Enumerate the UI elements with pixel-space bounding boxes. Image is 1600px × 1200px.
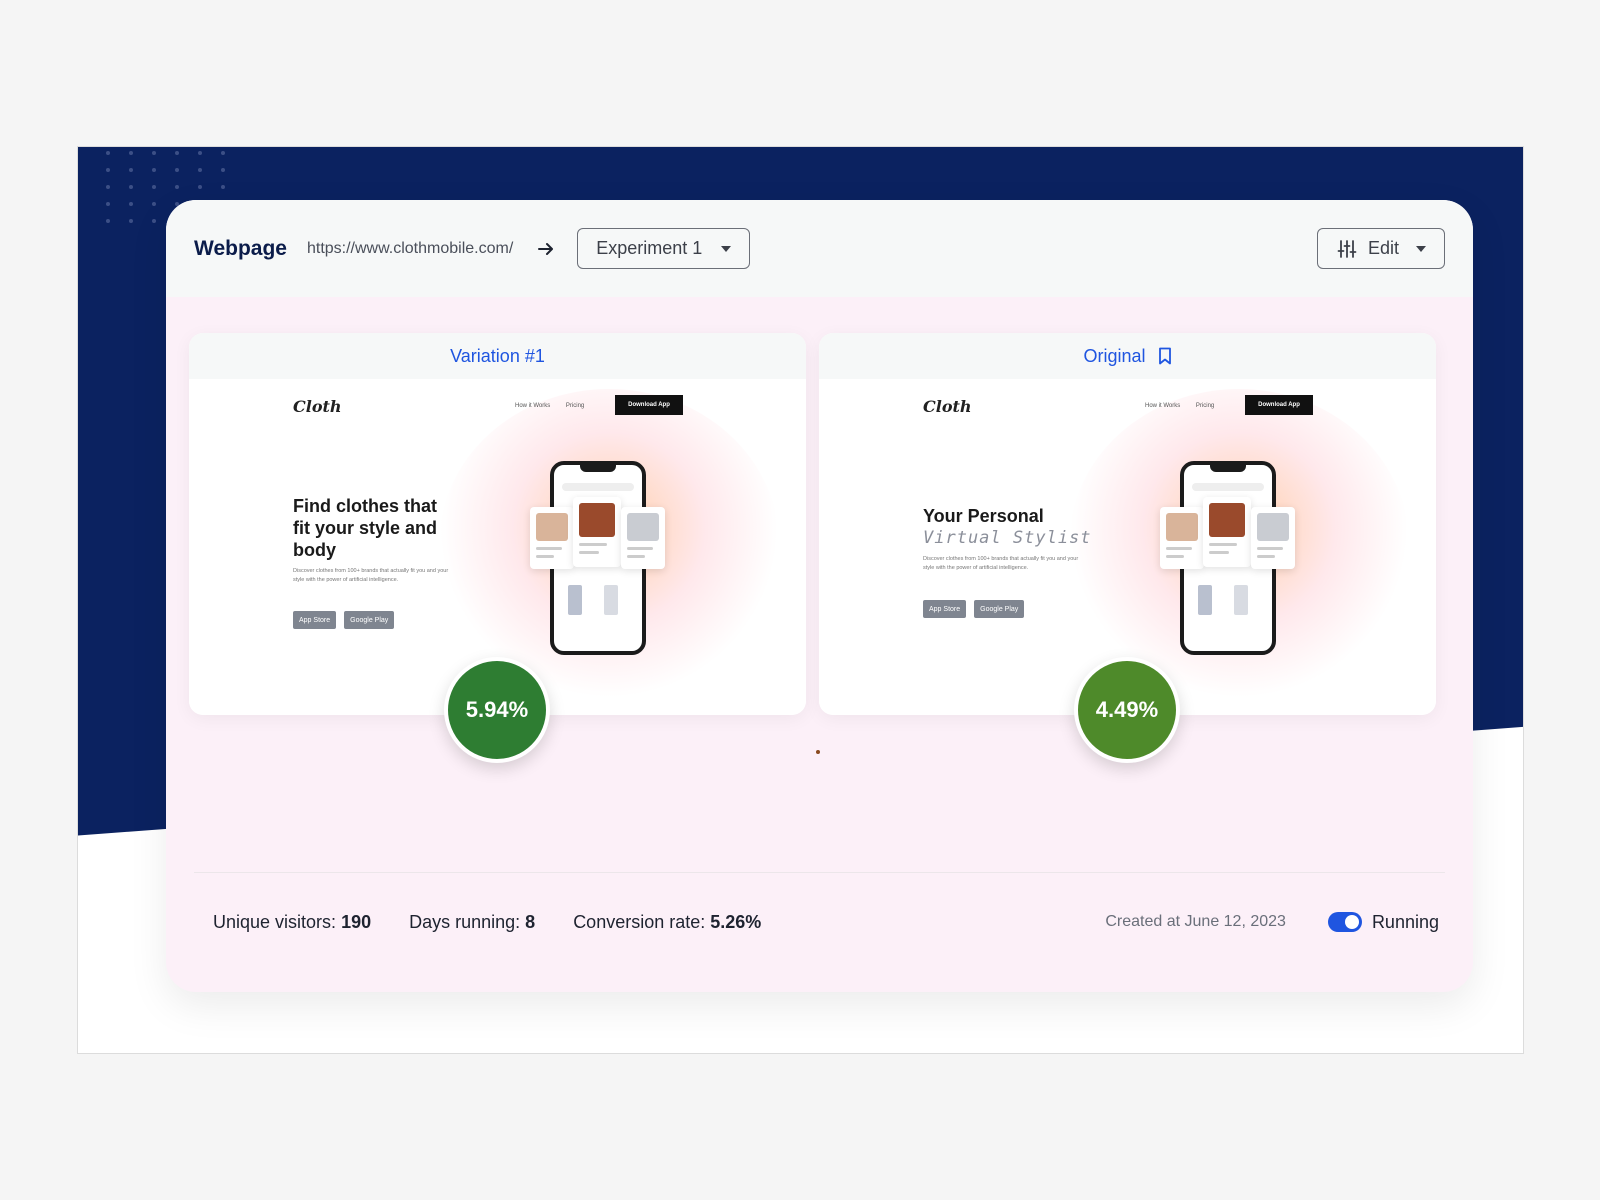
- stat-value: 190: [341, 911, 372, 932]
- stat-value: 8: [525, 911, 536, 932]
- preview-subcopy: Discover clothes from 100+ brands that a…: [293, 568, 449, 583]
- running-status-label: Running: [1371, 911, 1439, 932]
- caret-down-icon: [721, 245, 732, 252]
- sliders-icon: [1336, 238, 1358, 260]
- preview-headline: Find clothes that fit your style and bod…: [293, 495, 437, 561]
- conversion-badge-variation-1: 5.94%: [444, 657, 550, 763]
- headline-line: Your Personal: [923, 506, 1044, 526]
- app-store-badge: App Store: [923, 600, 967, 618]
- preview-product-card: [1251, 507, 1295, 569]
- preview-download-button: Download App: [615, 395, 683, 415]
- headline-line: fit your style and: [293, 518, 438, 538]
- running-toggle[interactable]: [1327, 912, 1362, 932]
- preview-nav-item: Pricing: [565, 403, 585, 409]
- preview-nav-item: How it Works: [515, 403, 551, 409]
- headline-line: Find clothes that: [293, 496, 437, 516]
- preview-nav-item: Pricing: [1195, 403, 1215, 409]
- stats-footer: Unique visitors: 190 Days running: 8 Con…: [166, 890, 1473, 954]
- experiment-select[interactable]: Experiment 1: [577, 228, 751, 269]
- preview-product-card: [1203, 497, 1251, 567]
- page-title: Webpage: [194, 236, 287, 260]
- experiment-card: Webpage https://www.clothmobile.com/ Exp…: [166, 200, 1473, 992]
- variant-label: Variation #1: [450, 345, 545, 366]
- google-play-badge: Google Play: [344, 611, 395, 629]
- preview-nav: How it Works Pricing: [1145, 403, 1228, 409]
- preview-headline: Your Personal Virtual Stylist: [923, 505, 1092, 549]
- variant-label: Original: [1083, 345, 1146, 366]
- arrow-right-icon[interactable]: [535, 238, 557, 260]
- preview-subcopy: Discover clothes from 100+ brands that a…: [923, 556, 1079, 571]
- preview-logo: Cloth: [293, 397, 342, 416]
- preview-nav: How it Works Pricing: [515, 403, 598, 409]
- edit-button[interactable]: Edit: [1317, 228, 1445, 269]
- stat-value: 5.26%: [710, 911, 762, 932]
- preview-product-card: [1160, 507, 1204, 569]
- bookmark-icon[interactable]: [1158, 347, 1172, 365]
- variant-title[interactable]: Original: [819, 333, 1436, 379]
- divider: [194, 872, 1445, 873]
- preview-store-buttons: App Store Google Play: [923, 600, 1025, 618]
- preview-store-buttons: App Store Google Play: [293, 611, 395, 629]
- days-running-stat: Days running: 8: [409, 912, 535, 933]
- caret-down-icon: [1416, 245, 1426, 252]
- app-store-badge: App Store: [293, 611, 337, 629]
- conversion-badge-original: 4.49%: [1074, 657, 1180, 763]
- center-dot: [816, 750, 820, 754]
- headline-line: Virtual Stylist: [923, 528, 1092, 548]
- preview-product-card: [530, 507, 574, 569]
- preview-nav-item: How it Works: [1145, 403, 1181, 409]
- conversion-rate-stat: Conversion rate: 5.26%: [573, 912, 761, 933]
- edit-button-label: Edit: [1368, 238, 1400, 258]
- unique-visitors-stat: Unique visitors: 190: [213, 912, 371, 933]
- headline-line: body: [293, 540, 336, 560]
- preview-product-card: [573, 497, 621, 567]
- preview-logo: Cloth: [923, 397, 972, 416]
- preview-download-button: Download App: [1245, 395, 1313, 415]
- stat-label: Conversion rate:: [573, 911, 711, 932]
- stat-label: Unique visitors:: [213, 911, 342, 932]
- card-header: Webpage https://www.clothmobile.com/ Exp…: [166, 200, 1473, 297]
- variant-title[interactable]: Variation #1: [189, 333, 806, 379]
- preview-product-card: [621, 507, 665, 569]
- created-date: Created at June 12, 2023: [1105, 913, 1286, 930]
- google-play-badge: Google Play: [974, 600, 1025, 618]
- experiment-select-value: Experiment 1: [596, 238, 703, 258]
- stat-label: Days running:: [409, 911, 526, 932]
- webpage-url[interactable]: https://www.clothmobile.com/: [307, 240, 513, 258]
